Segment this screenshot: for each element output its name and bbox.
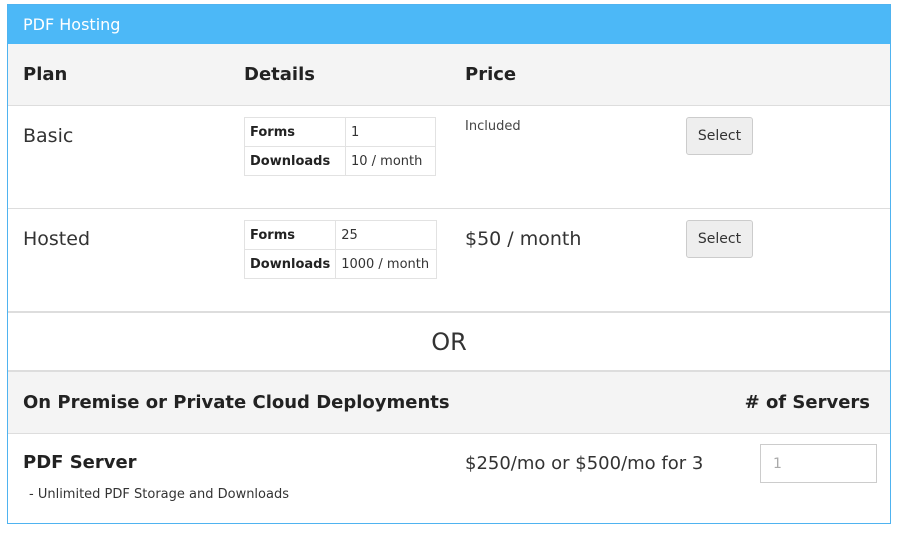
details-key: Forms [243,220,337,250]
details-column-header: Details [244,64,315,85]
product-price: $250/mo or $500/mo for 3 [465,453,704,474]
select-basic-button[interactable]: Select [686,117,753,155]
details-row-forms: Forms 1 [244,117,436,147]
panel-title: PDF Hosting [8,5,890,44]
details-key: Downloads [244,146,346,176]
premise-header-title: On Premise or Private Cloud Deployments [23,392,450,413]
plan-price: Included [465,119,521,134]
or-separator: OR [8,313,890,372]
details-value: 10 / month [345,146,436,176]
servers-column-header: # of Servers [744,392,870,413]
details-key: Forms [244,117,346,147]
price-column-header: Price [465,64,517,85]
pdf-hosting-panel: PDF Hosting Plan Details Price Basic For… [7,4,891,524]
plan-row-hosted: Hosted Forms 25 Downloads 1000 / month $… [8,209,890,313]
plan-name: Basic [23,125,74,147]
plan-column-header: Plan [23,64,68,85]
plan-details-table: Forms 25 Downloads 1000 / month [243,220,438,279]
details-value: 1 [345,117,436,147]
details-value: 25 [335,220,438,250]
select-hosted-button[interactable]: Select [686,220,753,258]
details-value: 1000 / month [335,249,438,279]
details-key: Downloads [243,249,337,279]
plan-row-basic: Basic Forms 1 Downloads 10 / month Inclu… [8,106,890,209]
pdf-server-row: PDF Server - Unlimited PDF Storage and D… [8,434,890,523]
details-row-downloads: Downloads 1000 / month [243,249,438,279]
plan-details-table: Forms 1 Downloads 10 / month [244,117,436,176]
product-note: - Unlimited PDF Storage and Downloads [29,487,289,502]
details-row-forms: Forms 25 [243,220,438,250]
premise-table-header: On Premise or Private Cloud Deployments … [8,372,890,434]
plan-price: $50 / month [465,228,582,250]
details-row-downloads: Downloads 10 / month [244,146,436,176]
servers-count-input[interactable] [760,444,877,483]
product-name: PDF Server [23,452,137,473]
plans-table-header: Plan Details Price [8,44,890,106]
plan-name: Hosted [23,228,91,250]
